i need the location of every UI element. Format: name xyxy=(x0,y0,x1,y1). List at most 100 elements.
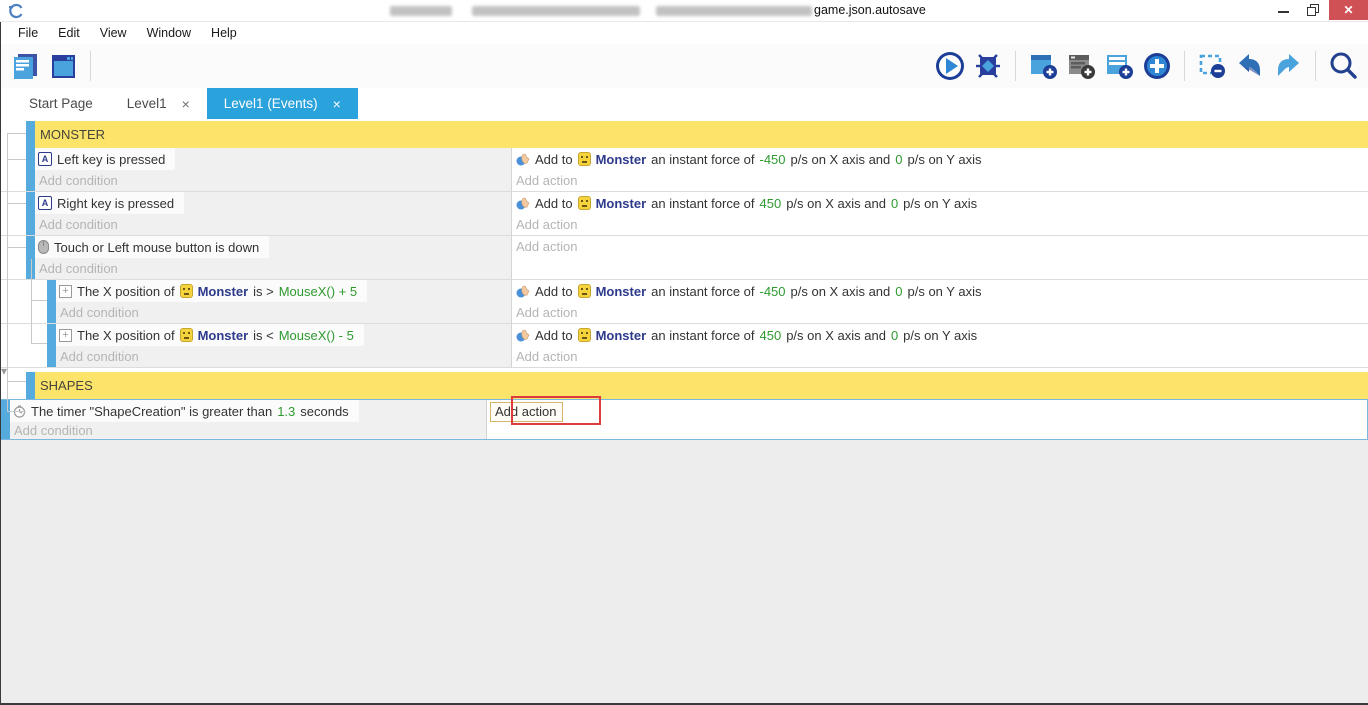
menu-help[interactable]: Help xyxy=(201,24,247,42)
tab-close-icon[interactable]: × xyxy=(333,96,341,112)
toolbar xyxy=(0,44,1368,88)
tab-label: Level1 xyxy=(126,96,167,111)
action-item[interactable]: Add to Monster an instant force of -450 … xyxy=(512,280,1368,302)
event-color-bar xyxy=(1,400,10,439)
event-row[interactable]: A Right key is pressed Add condition Add… xyxy=(0,192,1368,236)
tab-label: Level1 (Events) xyxy=(223,96,318,111)
toolbar-separator xyxy=(1184,51,1185,81)
tab-level1-events[interactable]: Level1 (Events) × xyxy=(206,88,358,119)
add-other-event-icon[interactable] xyxy=(1141,50,1173,82)
redo-icon[interactable] xyxy=(1272,50,1304,82)
search-icon[interactable] xyxy=(1327,50,1359,82)
tree-line xyxy=(31,300,47,301)
title-redacted-segment xyxy=(472,6,640,16)
monster-object-icon xyxy=(577,196,591,210)
event-row-selected[interactable]: The timer "ShapeCreation" is greater tha… xyxy=(0,399,1368,440)
add-condition-button[interactable]: Add condition xyxy=(56,346,511,367)
actions-cell: Add to Monster an instant force of -450 … xyxy=(512,148,1368,191)
collapse-arrow-icon[interactable]: ▾ xyxy=(1,364,7,378)
toolbar-separator xyxy=(1315,51,1316,81)
delete-selection-icon[interactable] xyxy=(1196,50,1228,82)
restore-button[interactable] xyxy=(1299,0,1329,20)
event-row[interactable]: Touch or Left mouse button is down Add c… xyxy=(0,236,1368,280)
force-hand-icon xyxy=(516,197,530,210)
debug-bug-icon[interactable] xyxy=(972,50,1004,82)
actions-cell: Add to Monster an instant force of 450 p… xyxy=(512,324,1368,367)
event-color-bar xyxy=(26,148,35,191)
tab-start-page[interactable]: Start Page xyxy=(12,88,110,119)
position-icon: + xyxy=(59,284,72,298)
tree-line xyxy=(7,133,8,411)
event-color-bar xyxy=(47,324,56,367)
add-condition-button[interactable]: Add condition xyxy=(35,170,511,191)
menu-view[interactable]: View xyxy=(90,24,137,42)
conditions-cell: + The X position of Monster is > MouseX(… xyxy=(56,280,512,323)
title-redacted-segment xyxy=(656,6,812,16)
minimize-button[interactable] xyxy=(1269,0,1299,20)
event-color-bar xyxy=(26,372,35,399)
add-action-button[interactable]: Add action xyxy=(512,214,1368,235)
add-condition-button[interactable]: Add condition xyxy=(35,214,511,235)
object-name: Monster xyxy=(595,151,647,167)
tab-level1[interactable]: Level1 × xyxy=(110,88,207,119)
title-redacted-segment xyxy=(390,6,452,16)
actions-cell: Add action xyxy=(487,400,1367,439)
conditions-cell: A Right key is pressed Add condition xyxy=(35,192,512,235)
project-manager-icon[interactable] xyxy=(9,50,41,82)
event-group-shapes[interactable]: SHAPES xyxy=(0,372,1368,399)
add-comment-icon[interactable] xyxy=(1065,50,1097,82)
keyboard-key-icon: A xyxy=(38,152,52,166)
tab-close-icon[interactable]: × xyxy=(182,96,190,112)
preview-play-icon[interactable] xyxy=(934,50,966,82)
menu-bar: File Edit View Window Help xyxy=(0,22,1368,44)
condition-item[interactable]: A Right key is pressed xyxy=(35,192,185,214)
actions-cell: Add to Monster an instant force of 450 p… xyxy=(512,192,1368,235)
events-sheet: ▾ MONSTER A Left key is pressed Add cond… xyxy=(0,119,1368,440)
condition-item[interactable]: The timer "ShapeCreation" is greater tha… xyxy=(10,400,359,422)
add-condition-button[interactable]: Add condition xyxy=(35,258,511,279)
actions-cell: Add to Monster an instant force of -450 … xyxy=(512,280,1368,323)
conditions-cell: Touch or Left mouse button is down Add c… xyxy=(35,236,512,279)
add-event-icon[interactable] xyxy=(1027,50,1059,82)
action-item[interactable]: Add to Monster an instant force of -450 … xyxy=(512,148,1368,170)
event-row[interactable]: A Left key is pressed Add condition Add … xyxy=(0,148,1368,192)
tab-label: Start Page xyxy=(29,96,93,111)
editor-background xyxy=(0,440,1368,705)
toolbar-separator xyxy=(1015,51,1016,81)
sub-event-row[interactable]: + The X position of Monster is < MouseX(… xyxy=(0,324,1368,368)
close-button[interactable]: ✕ xyxy=(1329,0,1368,20)
add-condition-button[interactable]: Add condition xyxy=(56,302,511,323)
scene-editor-icon[interactable] xyxy=(47,50,79,82)
event-color-bar xyxy=(26,121,35,148)
add-condition-button[interactable]: Add condition xyxy=(10,422,486,439)
condition-item[interactable]: + The X position of Monster is < MouseX(… xyxy=(56,324,364,346)
add-action-button[interactable]: Add action xyxy=(512,346,1368,367)
action-item[interactable]: Add to Monster an instant force of 450 p… xyxy=(512,324,1368,346)
monster-object-icon xyxy=(577,284,591,298)
object-name: Monster xyxy=(595,327,647,343)
monster-object-icon xyxy=(179,284,193,298)
menu-edit[interactable]: Edit xyxy=(48,24,90,42)
condition-item[interactable]: Touch or Left mouse button is down xyxy=(35,236,270,258)
tree-line xyxy=(31,259,32,343)
group-label: MONSTER xyxy=(35,121,1368,148)
condition-item[interactable]: A Left key is pressed xyxy=(35,148,176,170)
monster-object-icon xyxy=(577,328,591,342)
add-subevent-icon[interactable] xyxy=(1103,50,1135,82)
undo-icon[interactable] xyxy=(1234,50,1266,82)
position-icon: + xyxy=(59,328,72,342)
monster-object-icon xyxy=(577,152,591,166)
keyboard-key-icon: A xyxy=(38,196,52,210)
event-group-monster[interactable]: MONSTER xyxy=(0,121,1368,148)
gdevelop-logo-icon xyxy=(9,3,23,19)
condition-item[interactable]: + The X position of Monster is > MouseX(… xyxy=(56,280,368,302)
add-action-button[interactable]: Add action xyxy=(490,402,564,422)
force-hand-icon xyxy=(516,285,530,298)
menu-file[interactable]: File xyxy=(8,24,48,42)
sub-event-row[interactable]: + The X position of Monster is > MouseX(… xyxy=(0,280,1368,324)
action-item[interactable]: Add to Monster an instant force of 450 p… xyxy=(512,192,1368,214)
add-action-button[interactable]: Add action xyxy=(512,236,1368,258)
add-action-button[interactable]: Add action xyxy=(512,302,1368,323)
add-action-button[interactable]: Add action xyxy=(512,170,1368,191)
menu-window[interactable]: Window xyxy=(137,24,201,42)
